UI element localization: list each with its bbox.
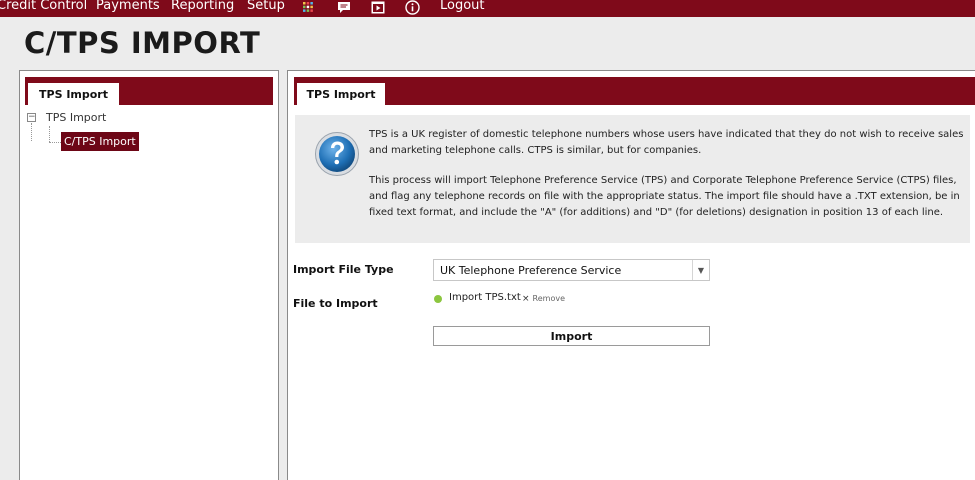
tree-connector-branch <box>49 142 61 143</box>
page-title: C/TPS IMPORT <box>24 26 261 60</box>
import-file-type-label: Import File Type <box>293 263 394 276</box>
grid-icon[interactable] <box>301 0 315 14</box>
import-button[interactable]: Import <box>433 326 710 346</box>
tree-panel: TPS Import − TPS Import C/TPS Import <box>19 70 279 480</box>
info-icon[interactable] <box>403 0 421 15</box>
content-panel: TPS Import TPS is a UK register of domes… <box>287 70 975 480</box>
import-file-type-value: UK Telephone Preference Service <box>440 264 622 277</box>
uploaded-file-name: Import TPS.txt <box>449 292 521 303</box>
chevron-down-icon[interactable]: ▼ <box>692 260 709 280</box>
top-nav-bar: Credit Control Payments Reporting Setup … <box>0 0 975 17</box>
nav-payments[interactable]: Payments <box>96 0 160 13</box>
left-panel-header: TPS Import <box>25 77 273 106</box>
nav-reporting[interactable]: Reporting <box>171 0 234 13</box>
tree-connector <box>31 123 32 141</box>
nav-credit-control[interactable]: Credit Control <box>0 0 87 13</box>
info-text-tps: TPS is a UK register of domestic telepho… <box>369 129 964 156</box>
help-question-icon <box>315 132 359 176</box>
remove-file-button[interactable]: × Remove <box>522 294 565 304</box>
file-to-import-label: File to Import <box>293 297 378 310</box>
info-text-process: This process will import Telephone Prefe… <box>369 175 960 218</box>
tab-tps-import-left[interactable]: TPS Import <box>28 83 119 106</box>
right-panel-header: TPS Import <box>294 77 975 106</box>
import-file-type-select[interactable]: UK Telephone Preference Service ▼ <box>433 259 710 281</box>
info-box: TPS is a UK register of domestic telepho… <box>295 115 970 243</box>
chat-icon[interactable] <box>336 0 352 14</box>
tree-collapse-toggle[interactable]: − <box>27 113 36 122</box>
logout-link[interactable]: Logout <box>440 0 485 13</box>
media-icon[interactable] <box>370 0 386 14</box>
tree-node-tps-import[interactable]: TPS Import <box>46 111 106 124</box>
tree-connector-child <box>49 126 50 142</box>
tree-node-ctps-import[interactable]: C/TPS Import <box>61 132 139 151</box>
close-icon[interactable]: × <box>522 294 530 304</box>
nav-setup[interactable]: Setup <box>247 0 285 13</box>
file-status-dot-icon <box>434 295 442 303</box>
remove-file-label[interactable]: Remove <box>533 294 565 303</box>
tab-tps-import[interactable]: TPS Import <box>297 83 385 106</box>
